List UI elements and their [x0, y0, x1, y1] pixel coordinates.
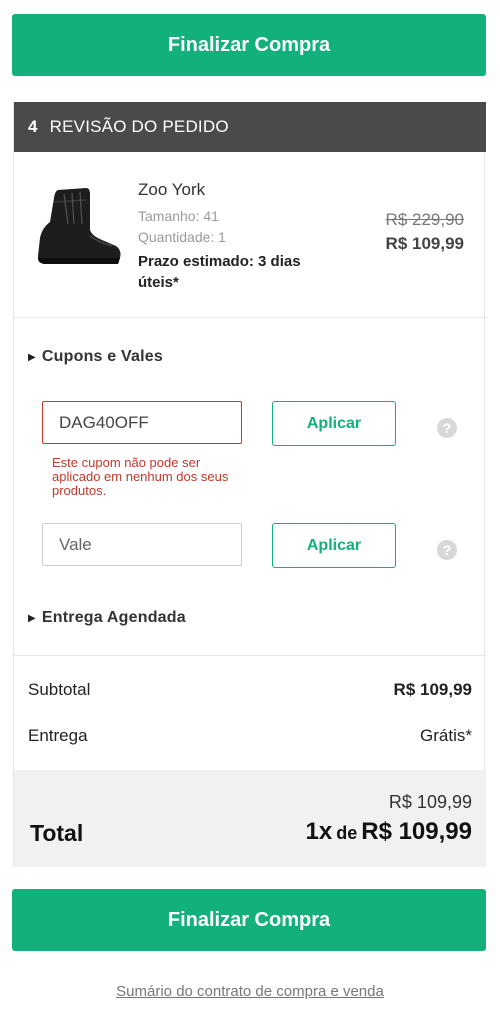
step-number: 4: [28, 117, 38, 136]
checkout-button-bottom[interactable]: Finalizar Compra: [12, 889, 486, 951]
boot-product-image: [38, 188, 121, 264]
product-info: Zoo York Tamanho: 41 Quantidade: 1 Prazo…: [138, 180, 338, 293]
subtotal-label: Subtotal: [28, 680, 91, 699]
total-amount: R$ 109,99: [388, 792, 472, 812]
total-label: Total: [30, 820, 84, 846]
delivery-deadline: Prazo estimado: 3 dias úteis*: [138, 253, 301, 291]
checkout-button-top[interactable]: Finalizar Compra: [12, 14, 486, 76]
delivery-label: Entrega: [28, 726, 88, 745]
coupon-input[interactable]: [42, 401, 242, 444]
installment-total: 1x de R$ 109,99: [306, 818, 472, 846]
voucher-apply-button[interactable]: Aplicar: [272, 523, 396, 568]
delivery-row: Entrega Grátis*: [28, 726, 472, 746]
contract-summary-link[interactable]: Sumário do contrato de compra e venda: [0, 983, 500, 1000]
price-old: R$ 229,90: [385, 210, 464, 229]
review-title: REVISÃO DO PEDIDO: [49, 117, 229, 136]
review-header: 4 REVISÃO DO PEDIDO: [14, 102, 486, 152]
help-icon[interactable]: ?: [437, 418, 457, 438]
order-review-card: 4 REVISÃO DO PEDIDO Zoo York Tamanho: 41…: [13, 102, 486, 867]
caret-right-icon: ▶: [28, 351, 36, 363]
subtotal-row: Subtotal R$ 109,99: [28, 680, 472, 700]
subtotal-value: R$ 109,99: [393, 680, 472, 699]
installments-count: 1x: [305, 818, 333, 845]
voucher-input[interactable]: [42, 523, 242, 566]
coupon-error-message: Este cupom não pode ser aplicado em nenh…: [52, 455, 229, 498]
coupons-toggle[interactable]: ▶ Cupons e Vales: [28, 348, 163, 366]
product-quantity: Quantidade: 1: [138, 229, 226, 245]
price-new: R$ 109,99: [385, 234, 464, 253]
total-box: Total R$ 109,99 1x de R$ 109,99: [14, 770, 486, 867]
caret-right-icon: ▶: [28, 612, 36, 624]
product-name: Zoo York: [138, 180, 206, 199]
help-icon[interactable]: ?: [437, 540, 457, 560]
scheduled-delivery-label: Entrega Agendada: [41, 609, 186, 626]
installment-value: R$ 109,99: [361, 818, 472, 845]
product-size: Tamanho: 41: [138, 208, 219, 224]
product-item: Zoo York Tamanho: 41 Quantidade: 1 Prazo…: [14, 152, 486, 318]
coupon-apply-button[interactable]: Aplicar: [272, 401, 396, 446]
installments-de: de: [336, 823, 358, 843]
divider: [14, 655, 486, 656]
coupons-toggle-label: Cupons e Vales: [41, 348, 163, 365]
product-prices: R$ 229,90 R$ 109,99: [386, 210, 464, 254]
delivery-value: Grátis*: [420, 726, 472, 745]
scheduled-delivery-toggle[interactable]: ▶ Entrega Agendada: [28, 609, 186, 627]
